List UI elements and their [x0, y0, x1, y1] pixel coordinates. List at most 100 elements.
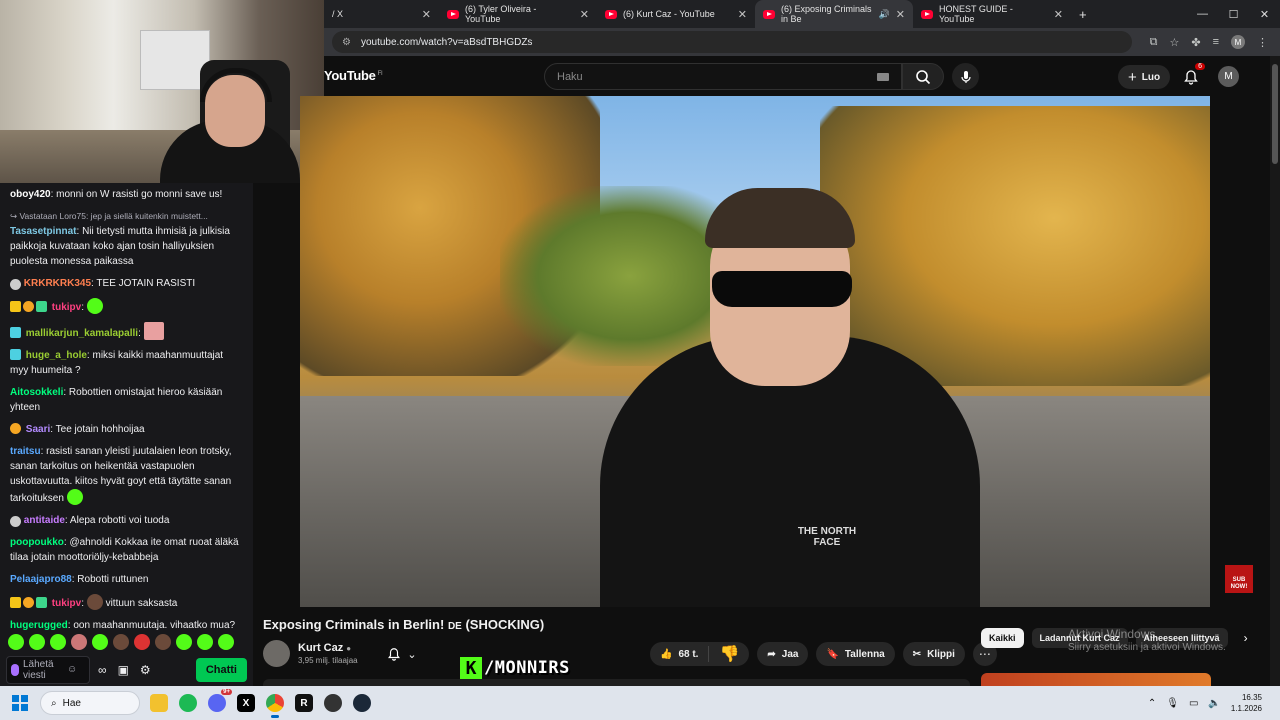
search-button[interactable] [902, 63, 944, 90]
create-button[interactable]: + Luo [1118, 65, 1171, 89]
new-tab-button[interactable]: + [1071, 0, 1095, 28]
tab-kurt-caz[interactable]: (6) Kurt Caz - YouTube ✕ [597, 0, 755, 28]
site-info-icon[interactable]: ⚙ [342, 37, 351, 48]
taskbar-search[interactable]: ⌕ Hae [40, 691, 140, 715]
emote-icon[interactable] [155, 634, 171, 650]
notifications-button[interactable]: 6 [1179, 63, 1205, 88]
emote-icon[interactable] [71, 634, 87, 650]
emote-icon[interactable] [8, 634, 24, 650]
search-icon [916, 69, 931, 84]
address-bar[interactable]: ⚙ youtube.com/watch?v=aBsdTBHGDZs [332, 31, 1132, 53]
emote-icon[interactable] [134, 634, 150, 650]
store-icon[interactable]: ▣ [118, 663, 129, 677]
cast-icon[interactable]: ⧉ [1150, 36, 1158, 49]
bookmark-star-icon[interactable]: ☆ [1169, 36, 1179, 49]
recommended-video-thumbnail[interactable] [981, 673, 1211, 686]
save-button[interactable]: 🔖 Tallenna [816, 642, 895, 666]
emote-icon[interactable] [218, 634, 234, 650]
chat-username[interactable]: tukipv [52, 302, 81, 313]
voice-search-button[interactable] [952, 63, 979, 90]
chevron-up-icon[interactable]: ⌃ [1148, 698, 1156, 709]
file-explorer-icon[interactable] [150, 694, 168, 712]
sub-badge-icon [23, 301, 34, 312]
chat-username[interactable]: huge_a_hole [26, 350, 87, 361]
maximize-icon[interactable]: ☐ [1218, 0, 1249, 28]
emoji-icon[interactable]: ☺ [67, 664, 77, 675]
chat-username[interactable]: Saari [26, 424, 50, 435]
youtube-logo[interactable]: YouTube FI [324, 68, 383, 83]
chat-composer: Lähetä viesti ☺ ∞ ▣ ⚙ Chatti [0, 653, 253, 686]
chevron-right-icon[interactable]: › [1244, 631, 1248, 645]
streamer-webcam [0, 0, 324, 183]
tab-x[interactable]: / X ✕ [324, 0, 439, 28]
subscription-bell-button[interactable]: ⌄ [378, 643, 426, 665]
video-player[interactable]: THE NORTH FACE [300, 96, 1210, 607]
sub-now-button[interactable]: SUB NOW! [1225, 565, 1253, 593]
volume-icon[interactable]: 🔈 [1208, 698, 1220, 709]
extensions-icon[interactable]: ✤ [1191, 36, 1200, 49]
tab-tyler-oliveira[interactable]: (6) Tyler Oliveira - YouTube ✕ [439, 0, 597, 28]
speaker-icon[interactable]: 🔊 [879, 9, 890, 20]
chat-username[interactable]: Aitosokkeli [10, 387, 63, 398]
menu-kebab-icon[interactable]: ⋮ [1257, 36, 1268, 49]
chat-username[interactable]: poopoukko [10, 537, 64, 548]
dislike-button[interactable]: 👎 [709, 644, 749, 664]
emote-icon[interactable] [50, 634, 66, 650]
close-window-icon[interactable]: ✕ [1249, 0, 1280, 28]
page-scrollbar[interactable] [1270, 56, 1280, 686]
chrome-icon[interactable] [266, 694, 284, 718]
chat-username[interactable]: mallikarjun_kamalapalli [26, 328, 138, 339]
emote-icon[interactable] [176, 634, 192, 650]
chat-username[interactable]: traitsu [10, 446, 41, 457]
minimize-icon[interactable]: — [1187, 0, 1218, 28]
close-icon[interactable]: ✕ [890, 8, 905, 21]
x-app-icon[interactable]: X [237, 694, 255, 712]
settings-gear-icon[interactable]: ⚙ [140, 663, 151, 677]
tab-exposing-criminals[interactable]: (6) Exposing Criminals in Be 🔊 ✕ [755, 0, 913, 28]
channel-name[interactable]: Kurt Caz ● [298, 642, 358, 654]
media-icon[interactable]: ≡ [1213, 36, 1219, 48]
chevron-down-icon: ⌄ [407, 648, 417, 661]
scrollbar-thumb[interactable] [1272, 64, 1278, 164]
channel-avatar[interactable] [263, 640, 290, 667]
like-button[interactable]: 👍 68 t. [650, 646, 710, 662]
share-button[interactable]: ➦ Jaa [757, 642, 809, 666]
chat-username[interactable]: Pelaajapro88 [10, 574, 72, 585]
emote-icon[interactable] [197, 634, 213, 650]
search-input[interactable]: Haku [544, 63, 902, 90]
clip-button[interactable]: ✂ Klippi [902, 642, 965, 666]
chat-username[interactable]: oboy420 [10, 189, 51, 200]
emote-icon[interactable] [29, 634, 45, 650]
spotify-icon[interactable] [179, 694, 197, 712]
chat-send-button[interactable]: Chatti [195, 657, 247, 682]
close-icon[interactable]: ✕ [574, 8, 589, 21]
emote-icon[interactable] [113, 634, 129, 650]
rider-icon[interactable]: R [295, 694, 313, 712]
account-avatar[interactable]: M [1218, 66, 1239, 87]
close-icon[interactable]: ✕ [732, 8, 747, 21]
microphone-icon[interactable] [11, 663, 19, 676]
clock[interactable]: 16.35 1.1.2026 [1231, 692, 1262, 714]
network-icon[interactable]: ▭ [1189, 698, 1198, 709]
chat-username[interactable]: tukipv [52, 598, 81, 609]
close-icon[interactable]: ✕ [416, 8, 431, 21]
chat-username[interactable]: KRKRKRK345 [24, 278, 91, 289]
close-icon[interactable]: ✕ [1048, 8, 1063, 21]
chat-username[interactable]: Tasasetpinnat [10, 226, 77, 237]
obs-icon[interactable] [324, 694, 342, 712]
chat-username[interactable]: antitaide [24, 515, 65, 526]
tab-honest-guide[interactable]: HONEST GUIDE - YouTube ✕ [913, 0, 1071, 28]
chat-text: Alepa robotti voi tuoda [69, 515, 170, 526]
chip-all[interactable]: Kaikki [981, 628, 1024, 648]
discord-icon[interactable]: 9+ [208, 689, 232, 712]
emote-icon[interactable] [92, 634, 108, 650]
windows-start-icon[interactable] [12, 695, 28, 711]
infinity-icon[interactable]: ∞ [98, 663, 107, 677]
profile-avatar[interactable]: M [1231, 35, 1245, 49]
steam-icon[interactable] [353, 694, 371, 712]
microphone-icon[interactable]: 🎙 [1166, 698, 1179, 709]
description-box[interactable] [263, 679, 970, 686]
chat-input[interactable]: Lähetä viesti ☺ [6, 655, 90, 684]
keyboard-icon[interactable] [877, 72, 889, 81]
chat-username[interactable]: hugerugged [10, 620, 68, 631]
